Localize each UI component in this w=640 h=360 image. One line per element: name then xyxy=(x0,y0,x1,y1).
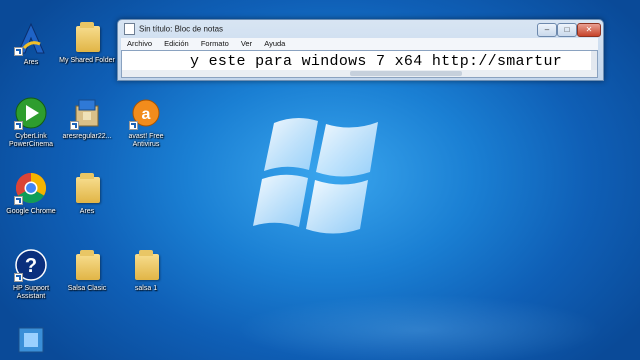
desktop-icon-label: Ares xyxy=(23,59,39,66)
menu-ver[interactable]: Ver xyxy=(241,38,252,50)
desktop: Ares CyberLink PowerCinema Google Chrome… xyxy=(0,0,640,360)
folder-icon xyxy=(70,248,104,282)
desktop-icon-label: HP Support Assistant xyxy=(12,285,50,300)
menu-bar: Archivo Edición Formato Ver Ayuda xyxy=(121,38,598,50)
powercinema-icon xyxy=(14,96,48,130)
desktop-icon-label: Salsa Clasic xyxy=(67,285,107,292)
hp-support-icon: ? xyxy=(14,248,48,282)
shortcut-arrow-icon xyxy=(70,121,79,130)
vertical-scrollbar[interactable] xyxy=(591,51,597,70)
desktop-icon-label: CyberLink PowerCinema xyxy=(9,133,53,148)
notepad-icon xyxy=(124,23,135,35)
folder-icon xyxy=(70,171,104,205)
window-title-bar[interactable]: Sin título: Bloc de notas xyxy=(124,23,223,37)
window-title: Sin título: Bloc de notas xyxy=(139,24,224,34)
folder-icon xyxy=(70,20,104,54)
avast-icon: a xyxy=(129,96,163,130)
app-icon xyxy=(14,322,48,356)
chrome-icon xyxy=(14,171,48,205)
windows-logo-icon xyxy=(253,117,378,234)
menu-formato[interactable]: Formato xyxy=(201,38,229,50)
maximize-button[interactable]: □ xyxy=(557,23,577,37)
desktop-icon-label: salsa 1 xyxy=(134,285,158,292)
desktop-icon-salsa-clasic[interactable]: Salsa Clasic xyxy=(56,248,118,293)
desktop-icon-my-shared-folder[interactable]: My Shared Folder xyxy=(56,20,118,65)
shortcut-arrow-icon xyxy=(14,47,23,56)
desktop-icon-cyberlink-powercinema[interactable]: CyberLink PowerCinema xyxy=(0,96,62,149)
menu-archivo[interactable]: Archivo xyxy=(127,38,152,50)
text-editor[interactable]: y este para windows 7 x64 http://smartur xyxy=(121,50,598,78)
shortcut-arrow-icon xyxy=(14,121,23,130)
horizontal-scrollbar[interactable] xyxy=(122,70,597,77)
desktop-icon-ares[interactable]: Ares xyxy=(0,22,62,67)
desktop-icon-hp-support-assistant[interactable]: ? HP Support Assistant xyxy=(0,248,62,301)
shortcut-arrow-icon xyxy=(129,121,138,130)
desktop-icon-label: avast! Free Antivirus xyxy=(128,133,164,148)
close-button[interactable]: ✕ xyxy=(577,23,601,37)
folder-icon xyxy=(129,248,163,282)
desktop-icon-avast[interactable]: a avast! Free Antivirus xyxy=(115,96,177,149)
notepad-window[interactable]: Sin título: Bloc de notas – □ ✕ Archivo … xyxy=(117,19,604,81)
desktop-icon-google-chrome[interactable]: Google Chrome xyxy=(0,171,62,216)
shortcut-arrow-icon xyxy=(14,196,23,205)
desktop-icon-label: Google Chrome xyxy=(6,208,56,215)
installer-icon xyxy=(70,96,104,130)
svg-text:a: a xyxy=(142,106,151,123)
desktop-icon-label: Ares xyxy=(79,208,95,215)
minimize-button[interactable]: – xyxy=(537,23,557,37)
menu-ayuda[interactable]: Ayuda xyxy=(264,38,285,50)
editor-text: y este para windows 7 x64 http://smartur xyxy=(190,53,563,70)
menu-edicion[interactable]: Edición xyxy=(164,38,189,50)
desktop-icon-ares-folder[interactable]: Ares xyxy=(56,171,118,216)
desktop-icon-label: My Shared Folder xyxy=(59,57,115,64)
desktop-icon-label: aresregular22... xyxy=(62,133,112,140)
shortcut-arrow-icon xyxy=(14,273,23,282)
desktop-icon-aresregular[interactable]: aresregular22... xyxy=(56,96,118,141)
desktop-icon-partial[interactable] xyxy=(0,322,62,356)
ares-icon xyxy=(14,22,48,56)
svg-text:?: ? xyxy=(25,255,37,277)
desktop-icon-salsa-1[interactable]: salsa 1 xyxy=(115,248,177,293)
scrollbar-thumb[interactable] xyxy=(350,71,462,76)
